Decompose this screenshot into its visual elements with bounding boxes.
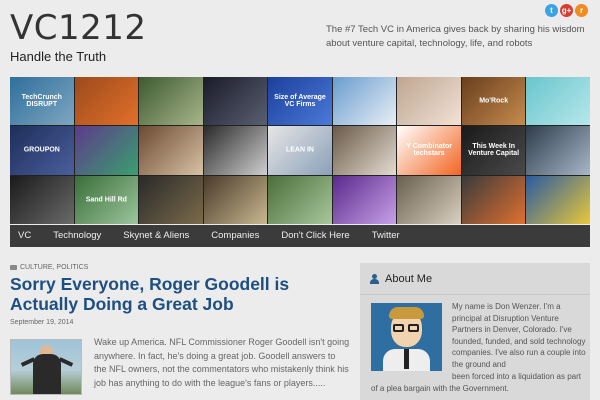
mosaic-tile-label: LEAN IN <box>285 146 314 154</box>
post-excerpt-block: Wake up America. NFL Commissioner Roger … <box>10 336 350 400</box>
mosaic-tile-label: Mo'Rock <box>479 97 509 105</box>
main-navigation: VC Technology Skynet & Aliens Companies Don'… <box>10 225 590 247</box>
about-me-widget: About Me My name is Don Wenzer. I'm a pr… <box>360 263 590 400</box>
post-title[interactable]: Sorry Everyone, Roger Goodell is Actuall… <box>10 274 350 314</box>
post-categories: CULTURE, POLITICS <box>10 264 350 271</box>
site-title[interactable]: VC1212 <box>10 8 147 48</box>
header-image-mosaic: TechCrunch DISRUPT Size of Average VC Fir… <box>10 77 590 224</box>
rss-icon[interactable]: r <box>575 4 588 17</box>
site-header: VC1212 Handle the Truth The #7 Tech VC i… <box>0 0 600 76</box>
mosaic-tile-label: Y Combinator techstars <box>406 143 452 158</box>
mosaic-tile-bee-gees <box>332 126 397 175</box>
mosaic-tile-vc-firms-chart: Size of Average VC Firms <box>268 77 332 126</box>
mosaic-tile-two-men-portrait <box>203 126 268 175</box>
mosaic-tile-prince-guitar <box>332 175 397 224</box>
mosaic-tile-whale-cartoon <box>526 77 590 126</box>
mosaic-tile-y-combinator-techstars: Y Combinator techstars <box>397 126 461 175</box>
google-plus-icon[interactable]: g+ <box>560 4 573 17</box>
mosaic-tile-app-icons <box>74 126 139 175</box>
mosaic-tile-steve-jobs-apple <box>10 175 74 224</box>
mosaic-tile-apple-campus <box>268 175 332 224</box>
widget-title: About Me <box>385 272 433 285</box>
mosaic-tile-terminator <box>203 77 268 126</box>
post-excerpt: Wake up America. NFL Commissioner Roger … <box>94 337 350 388</box>
nav-item-twitter[interactable]: Twitter <box>364 225 408 247</box>
mosaic-tile-instagram-logo <box>139 126 203 175</box>
mosaic-tile-label: Size of Average VC Firms <box>274 94 326 109</box>
post-thumbnail[interactable] <box>10 339 82 395</box>
twitter-icon[interactable]: t <box>545 4 558 17</box>
mosaic-tile-label: GROUPON <box>23 146 60 154</box>
post-categories-label[interactable]: CULTURE, POLITICS <box>20 264 88 271</box>
nav-item-skynet-aliens[interactable]: Skynet & Aliens <box>115 225 197 247</box>
mosaic-tile-breaking-bad <box>203 175 268 224</box>
mosaic-tile-google-glass-portrait <box>139 77 203 126</box>
post-date: September 19, 2014 <box>10 319 74 326</box>
about-text: My name is Don Wenzer. I'm a principal a… <box>452 302 586 369</box>
mosaic-tile-marissa-mayer <box>397 77 461 126</box>
mosaic-tile-skier <box>332 77 397 126</box>
nav-item-don-t-click-here[interactable]: Don't Click Here <box>273 225 357 247</box>
mosaic-tile-sand-hill-road-sign: Sand Hill Rd <box>74 175 139 224</box>
site-tagline: Handle the Truth <box>10 49 107 64</box>
social-links: t g+ r <box>545 4 588 17</box>
nav-item-companies[interactable]: Companies <box>203 225 267 247</box>
mosaic-tile-robots <box>397 175 461 224</box>
mosaic-tile-lean-in-book: LEAN IN <box>268 126 332 175</box>
user-icon <box>370 273 379 284</box>
mosaic-tile-techcrunch-disrupt: TechCrunch DISRUPT <box>10 77 74 126</box>
mosaic-tile-3d-printer <box>461 175 526 224</box>
mosaic-tile-football-player <box>74 77 139 126</box>
mosaic-tile-label: TechCrunch DISRUPT <box>21 94 62 109</box>
mosaic-tile-label: This Week In Venture Capital <box>468 143 520 158</box>
site-description: The #7 Tech VC in America gives back by … <box>326 24 585 49</box>
avatar <box>371 303 442 371</box>
folder-icon <box>10 265 17 270</box>
nav-item-technology[interactable]: Technology <box>45 225 109 247</box>
mosaic-tile-book-cover: Mo'Rock <box>461 77 526 126</box>
mosaic-tile-colorado-balloon <box>526 175 590 224</box>
mosaic-tile-label: Sand Hill Rd <box>85 196 127 204</box>
mosaic-tile-this-week-in-venture-capital: This Week In Venture Capital <box>461 126 526 175</box>
mosaic-tile-groupon-nasdaq: GROUPON <box>10 126 74 175</box>
mosaic-tile-batman-joker <box>139 175 203 224</box>
about-text-continued: been forced into a liquidation as part o… <box>371 372 581 393</box>
nav-item-vc[interactable]: VC <box>10 225 39 247</box>
mosaic-tile-jeff-bezos <box>526 126 590 175</box>
post-column: CULTURE, POLITICS Sorry Everyone, Roger … <box>10 264 350 400</box>
widget-header: About Me <box>360 263 590 295</box>
